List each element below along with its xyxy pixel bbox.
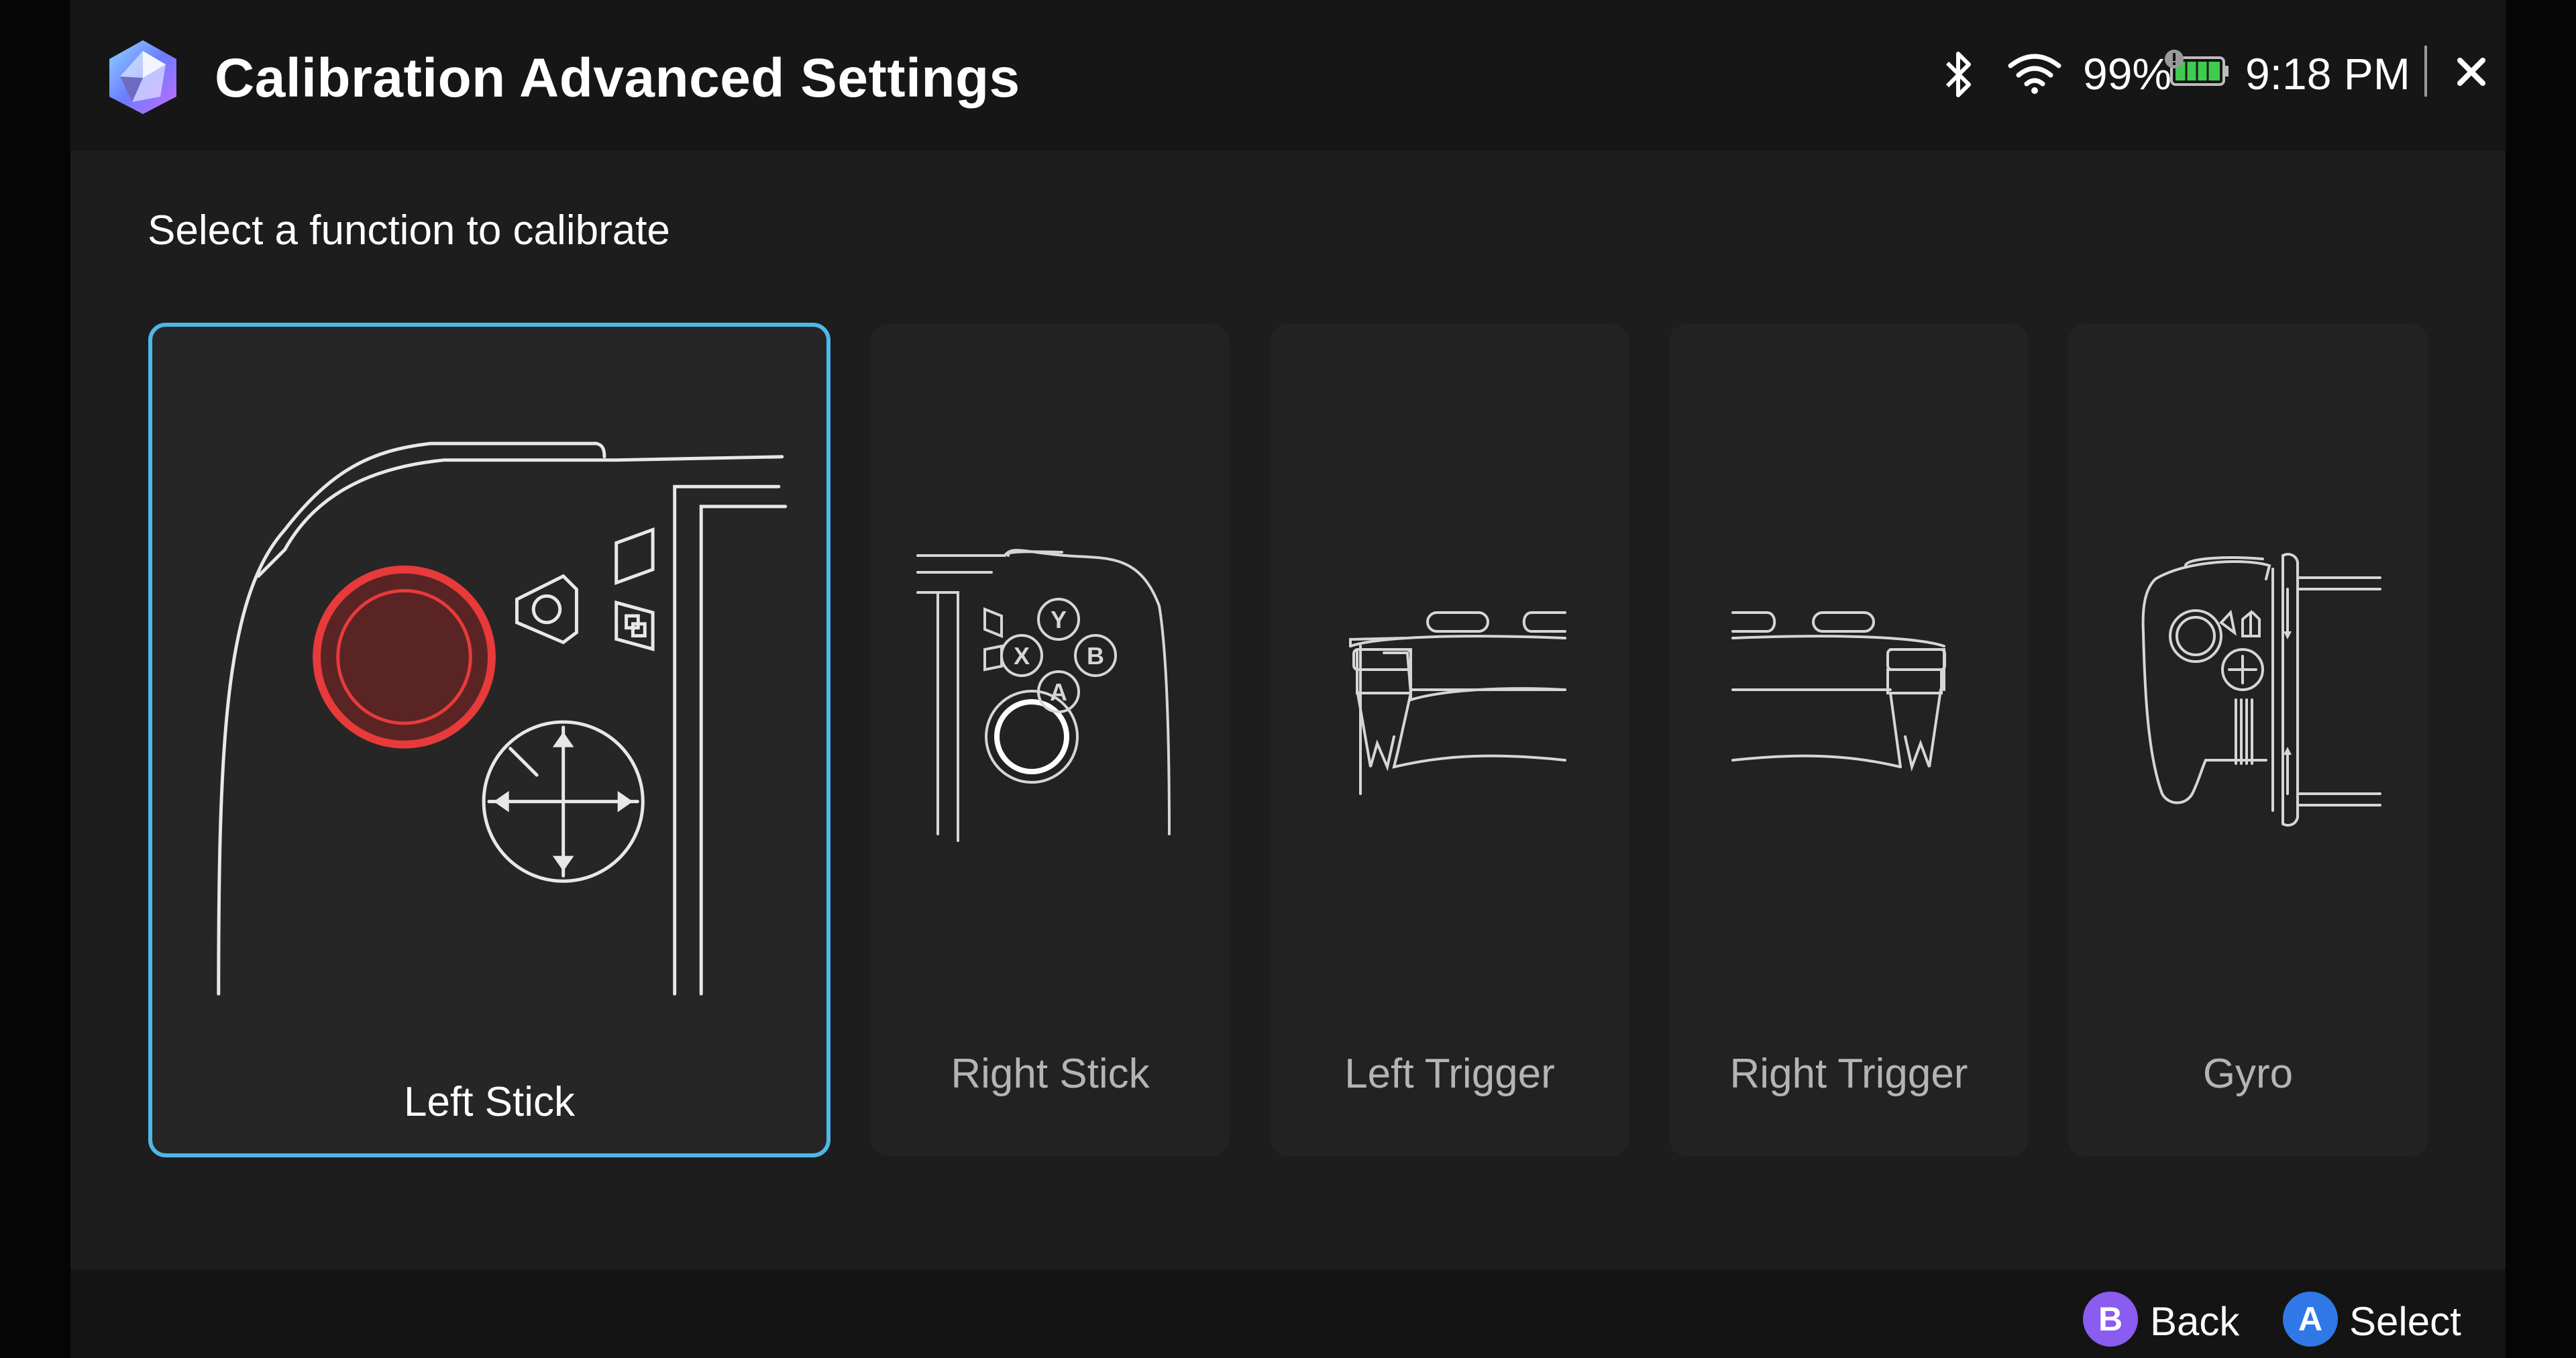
card-right-stick[interactable]: Y X B A Right Stick <box>871 324 1230 1156</box>
right-stick-controller-icon: Y X B A <box>916 549 1171 842</box>
card-label: Right Trigger <box>1729 1051 1968 1097</box>
card-label: Left Stick <box>404 1079 575 1125</box>
gyro-controller-icon <box>2141 553 2381 827</box>
card-label: Left Trigger <box>1344 1051 1555 1097</box>
select-a-button-icon[interactable]: A <box>2283 1292 2338 1347</box>
title-bar: Calibration Advanced Settings 99% 9:18 P… <box>70 0 2506 151</box>
card-left-trigger[interactable]: Left Trigger <box>1270 324 1629 1156</box>
battery-icon <box>2165 50 2229 86</box>
left-trigger-controller-icon <box>1349 611 1566 795</box>
left-stick-controller-icon <box>217 441 788 996</box>
page-title: Calibration Advanced Settings <box>215 48 1020 109</box>
svg-text:Y: Y <box>1051 606 1067 633</box>
select-hint-label[interactable]: Select <box>2349 1298 2461 1345</box>
card-left-stick[interactable]: Left Stick <box>148 323 830 1157</box>
wifi-icon <box>2008 54 2061 94</box>
footer-bar <box>70 1269 2506 1358</box>
card-gyro[interactable]: Gyro <box>2068 324 2428 1156</box>
svg-text:B: B <box>1087 642 1104 670</box>
instruction-text: Select a function to calibrate <box>148 207 670 254</box>
card-label: Right Stick <box>951 1051 1150 1097</box>
back-hint-label[interactable]: Back <box>2150 1298 2239 1345</box>
app-logo-icon <box>109 40 176 114</box>
card-right-trigger[interactable]: Right Trigger <box>1669 324 2029 1156</box>
svg-text:A: A <box>1050 678 1067 706</box>
title-divider <box>2424 46 2427 97</box>
clock: 9:18 PM <box>2245 49 2410 99</box>
close-icon[interactable] <box>2455 55 2488 89</box>
battery-percent: 99% <box>2083 49 2172 99</box>
card-label: Gyro <box>2202 1051 2294 1097</box>
bluetooth-icon <box>1945 52 1971 97</box>
calibration-window: Calibration Advanced Settings 99% 9:18 P… <box>70 0 2506 1358</box>
right-trigger-controller-icon <box>1731 611 1946 772</box>
back-b-button-icon[interactable]: B <box>2083 1292 2138 1347</box>
svg-text:X: X <box>1014 642 1030 670</box>
